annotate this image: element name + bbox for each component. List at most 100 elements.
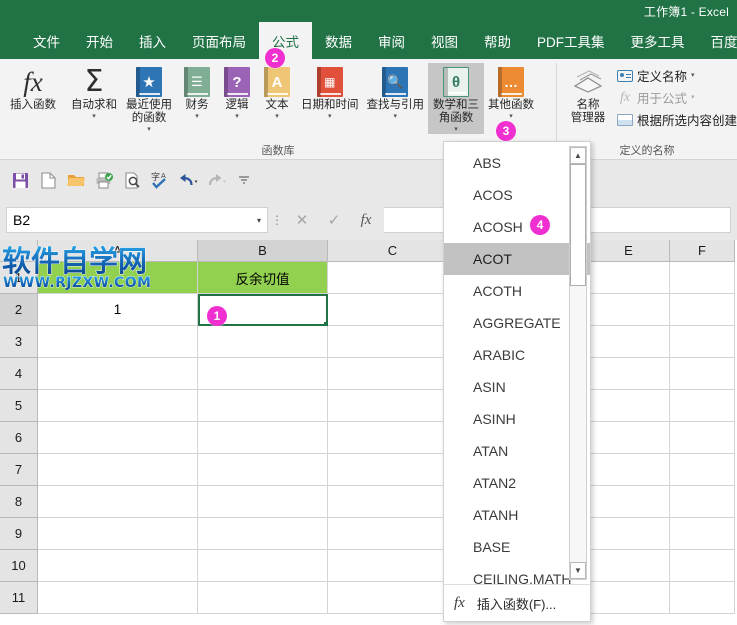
tab-视图[interactable]: 视图 — [418, 22, 471, 59]
chevron-down-icon[interactable]: ▾ — [147, 126, 151, 134]
cell-E4[interactable] — [588, 358, 670, 390]
cell-F4[interactable] — [670, 358, 735, 390]
cancel-icon[interactable]: ✕ — [286, 207, 318, 233]
math-trig-button[interactable]: θ 数学和三角函数 ▾ — [428, 63, 484, 134]
row-header-6[interactable]: 6 — [0, 422, 38, 454]
cell-E11[interactable] — [588, 582, 670, 614]
cell-B4[interactable] — [198, 358, 328, 390]
row-header-8[interactable]: 8 — [0, 486, 38, 518]
cell-B10[interactable] — [198, 550, 328, 582]
logical-button[interactable]: ? 逻辑 ▾ — [217, 63, 257, 121]
chevron-down-icon[interactable]: ▾ — [195, 113, 199, 121]
cell-B6[interactable] — [198, 422, 328, 454]
cell-E6[interactable] — [588, 422, 670, 454]
cell-C7[interactable] — [328, 454, 458, 486]
tab-更多工具[interactable]: 更多工具 — [618, 22, 698, 59]
column-header-A[interactable]: A — [38, 240, 198, 262]
chevron-down-icon[interactable]: ▾ — [275, 113, 279, 121]
cell-F7[interactable] — [670, 454, 735, 486]
cell-E3[interactable] — [588, 326, 670, 358]
cell-A3[interactable] — [38, 326, 198, 358]
row-header-10[interactable]: 10 — [0, 550, 38, 582]
cell-B5[interactable] — [198, 390, 328, 422]
cell-C8[interactable] — [328, 486, 458, 518]
cell-A11[interactable] — [38, 582, 198, 614]
cell-A2[interactable]: 1 — [38, 294, 198, 326]
cell-A4[interactable] — [38, 358, 198, 390]
recently-used-button[interactable]: ★ 最近使用的函数 ▾ — [121, 63, 177, 134]
cell-A7[interactable] — [38, 454, 198, 486]
cell-C3[interactable] — [328, 326, 458, 358]
cell-E7[interactable] — [588, 454, 670, 486]
tab-百度网盘[interactable]: 百度网盘 — [698, 22, 737, 59]
row-header-9[interactable]: 9 — [0, 518, 38, 550]
scrollbar-thumb[interactable] — [570, 164, 586, 286]
cell-C4[interactable] — [328, 358, 458, 390]
save-icon[interactable] — [8, 168, 32, 192]
scroll-down-icon[interactable]: ▼ — [570, 562, 586, 579]
tab-插入[interactable]: 插入 — [126, 22, 179, 59]
create-from-selection-button[interactable]: 根据所选内容创建 — [617, 110, 737, 129]
cell-B3[interactable] — [198, 326, 328, 358]
cell-E2[interactable] — [588, 294, 670, 326]
print-preview-icon[interactable] — [120, 168, 144, 192]
column-header-B[interactable]: B — [198, 240, 328, 262]
row-header-11[interactable]: 11 — [0, 582, 38, 614]
cell-A1[interactable] — [38, 262, 198, 294]
cell-F6[interactable] — [670, 422, 735, 454]
cell-F5[interactable] — [670, 390, 735, 422]
cell-C11[interactable] — [328, 582, 458, 614]
cell-E10[interactable] — [588, 550, 670, 582]
column-header-C[interactable]: C — [328, 240, 458, 262]
text-button[interactable]: A 文本 ▾ — [257, 63, 297, 121]
cell-E1[interactable] — [588, 262, 670, 294]
date-time-button[interactable]: ▦ 日期和时间 ▾ — [297, 63, 363, 121]
tab-PDF工具集[interactable]: PDF工具集 — [524, 22, 618, 59]
use-in-formula-button[interactable]: fx 用于公式 ▾ — [617, 88, 737, 107]
cell-F8[interactable] — [670, 486, 735, 518]
undo-icon[interactable] — [176, 168, 200, 192]
insert-function-icon[interactable]: fx — [350, 207, 382, 233]
cell-F10[interactable] — [670, 550, 735, 582]
tab-审阅[interactable]: 审阅 — [365, 22, 418, 59]
insert-function-menu-item[interactable]: fx 插入函数(F)... — [444, 584, 590, 621]
insert-function-button[interactable]: fx 插入函数 — [0, 63, 66, 112]
cell-F11[interactable] — [670, 582, 735, 614]
more-functions-button[interactable]: … 其他函数 ▾ — [484, 63, 538, 121]
cell-E9[interactable] — [588, 518, 670, 550]
cell-B8[interactable] — [198, 486, 328, 518]
scroll-up-icon[interactable]: ▲ — [570, 147, 586, 164]
spelling-check-icon[interactable]: 字A — [148, 168, 172, 192]
column-header-E[interactable]: E — [588, 240, 670, 262]
tab-页面布局[interactable]: 页面布局 — [179, 22, 259, 59]
confirm-icon[interactable]: ✓ — [318, 207, 350, 233]
scrollbar-track[interactable] — [570, 286, 586, 562]
select-all-corner[interactable] — [0, 240, 38, 262]
tab-数据[interactable]: 数据 — [312, 22, 365, 59]
row-header-2[interactable]: 2 — [0, 294, 38, 326]
cell-A6[interactable] — [38, 422, 198, 454]
chevron-down-icon[interactable]: ▾ — [393, 113, 397, 121]
chevron-down-icon[interactable]: ▾ — [509, 113, 513, 121]
formula-bar-grip[interactable]: ⋮ — [268, 214, 286, 226]
new-file-icon[interactable] — [36, 168, 60, 192]
cell-A5[interactable] — [38, 390, 198, 422]
define-name-button[interactable]: 定义名称 ▾ — [617, 66, 737, 85]
row-header-3[interactable]: 3 — [0, 326, 38, 358]
cell-C9[interactable] — [328, 518, 458, 550]
cell-F2[interactable] — [670, 294, 735, 326]
column-header-F[interactable]: F — [670, 240, 735, 262]
cell-A8[interactable] — [38, 486, 198, 518]
chevron-down-icon[interactable]: ▾ — [691, 72, 695, 80]
cell-F3[interactable] — [670, 326, 735, 358]
chevron-down-icon[interactable]: ▾ — [235, 113, 239, 121]
cell-F9[interactable] — [670, 518, 735, 550]
name-manager-button[interactable]: 名称 管理器 — [563, 63, 613, 125]
redo-icon[interactable] — [204, 168, 228, 192]
tab-帮助[interactable]: 帮助 — [471, 22, 524, 59]
cell-A9[interactable] — [38, 518, 198, 550]
cell-B9[interactable] — [198, 518, 328, 550]
cell-E5[interactable] — [588, 390, 670, 422]
print-icon[interactable] — [92, 168, 116, 192]
row-header-5[interactable]: 5 — [0, 390, 38, 422]
